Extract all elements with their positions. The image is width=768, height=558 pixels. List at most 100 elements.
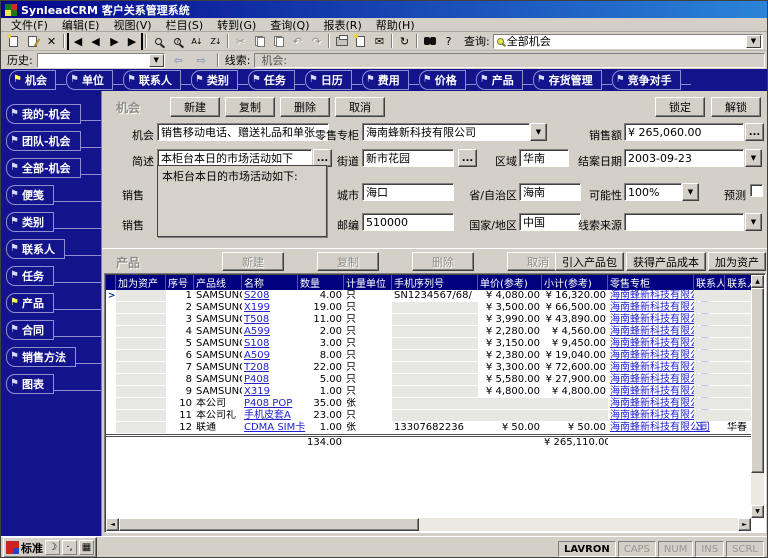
menu-report[interactable]: 报表(R) bbox=[318, 17, 368, 33]
forward-button[interactable]: ⇨ bbox=[192, 52, 211, 69]
column-header-subtotal[interactable]: 小计(参考) bbox=[542, 275, 608, 290]
table-row[interactable]: 4SAMSUNGA5992.00只¥ 2,280.00¥ 4,560.00海南蜂… bbox=[106, 326, 753, 338]
tab-tasks[interactable]: ⚑任务 bbox=[248, 70, 295, 90]
province-input[interactable] bbox=[519, 183, 581, 201]
region-input[interactable] bbox=[519, 149, 569, 167]
sidebar-item-contacts[interactable]: ⚑联系人 bbox=[1, 232, 101, 259]
table-row[interactable]: 9SAMSUNGX3191.00只¥ 4,800.00¥ 4,800.00海南蜂… bbox=[106, 386, 753, 398]
sidebar-item-category[interactable]: ⚑类别 bbox=[1, 205, 101, 232]
sidebar-item-notes[interactable]: ⚑便笺 bbox=[1, 178, 101, 205]
export-icon[interactable] bbox=[351, 33, 370, 50]
sort-ascending-icon[interactable]: A↓ bbox=[187, 33, 206, 50]
refresh-icon[interactable]: ↻ bbox=[395, 33, 414, 50]
scroll-up-icon[interactable]: ▲ bbox=[751, 275, 764, 288]
scroll-right-icon[interactable]: ► bbox=[738, 518, 751, 531]
tab-contacts[interactable]: ⚑联系人 bbox=[123, 70, 181, 90]
new-button[interactable]: 新建 bbox=[170, 97, 220, 117]
name-link[interactable]: A509 bbox=[244, 350, 270, 361]
city-input[interactable] bbox=[362, 183, 454, 201]
name-link[interactable]: T208 bbox=[244, 362, 269, 373]
next-record-icon[interactable]: ▶ bbox=[105, 33, 124, 50]
name-link[interactable]: X319 bbox=[244, 386, 270, 397]
new-record-icon[interactable] bbox=[4, 33, 23, 50]
close-date-dropdown-button[interactable]: ▼ bbox=[745, 149, 762, 167]
name-link[interactable]: X199 bbox=[244, 302, 270, 313]
help-pointer-icon[interactable]: ? bbox=[439, 33, 458, 50]
table-row[interactable]: 12联通CDMA SIM卡1.00张13307682236¥ 50.00¥ 50… bbox=[106, 422, 753, 434]
probability-input[interactable] bbox=[624, 183, 682, 201]
menu-edit[interactable]: 编辑(E) bbox=[56, 17, 106, 33]
sales-amount-ellipsis-button[interactable]: ... bbox=[745, 123, 764, 141]
sidebar-item-tasks[interactable]: ⚑任务 bbox=[1, 259, 101, 286]
sidebar-item-my-opportunities[interactable]: ⚑我的-机会 bbox=[1, 97, 101, 124]
last-link[interactable]: 王 bbox=[696, 422, 706, 433]
cancel-button[interactable]: 取消 bbox=[335, 97, 385, 117]
probability-dropdown-button[interactable]: ▼ bbox=[682, 183, 699, 201]
sidebar-item-charts[interactable]: ⚑图表 bbox=[1, 367, 101, 394]
column-header-unit[interactable]: 计量单位 bbox=[344, 275, 392, 290]
lock-button[interactable]: 锁定 bbox=[655, 97, 705, 117]
table-row[interactable]: 7SAMSUNGT20822.00只¥ 3,300.00¥ 72,600.00海… bbox=[106, 362, 753, 374]
sidebar-item-all-opportunities[interactable]: ⚑全部-机会 bbox=[1, 151, 101, 178]
menu-goto[interactable]: 转到(G) bbox=[211, 17, 262, 33]
street-ellipsis-button[interactable]: ... bbox=[458, 149, 477, 167]
import-product-package-button[interactable]: 引入产品包 bbox=[555, 252, 624, 271]
tab-category[interactable]: ⚑类别 bbox=[191, 70, 238, 90]
history-combobox[interactable]: ▼ bbox=[37, 53, 165, 68]
binoculars-icon[interactable] bbox=[420, 33, 439, 50]
column-header-name[interactable]: 名称 bbox=[242, 275, 298, 290]
sidebar-item-products[interactable]: ⚑产品 bbox=[1, 286, 101, 313]
tab-competitors[interactable]: ⚑竞争对手 bbox=[612, 70, 681, 90]
close-date-input[interactable] bbox=[624, 149, 744, 167]
column-header-counter[interactable]: 零售专柜 bbox=[608, 275, 694, 290]
scroll-left-icon[interactable]: ◄ bbox=[106, 518, 119, 531]
ime-keyboard-icon[interactable]: ▦ bbox=[79, 540, 94, 555]
column-header-sel[interactable] bbox=[106, 275, 116, 290]
name-link[interactable]: P408 POP bbox=[244, 398, 292, 409]
chevron-down-icon[interactable]: ▼ bbox=[149, 54, 164, 67]
column-header-price[interactable]: 单价(参考) bbox=[478, 275, 542, 290]
table-row[interactable]: 5SAMSUNGS1083.00只¥ 3,150.00¥ 9,450.00海南蜂… bbox=[106, 338, 753, 350]
tab-inventory[interactable]: ⚑存货管理 bbox=[533, 70, 602, 90]
sidebar-item-sales-methods[interactable]: ⚑销售方法 bbox=[1, 340, 101, 367]
zip-input[interactable] bbox=[362, 213, 454, 231]
menu-columns[interactable]: 栏目(S) bbox=[160, 17, 210, 33]
brief-memo-popup[interactable]: 本柜台本日的市场活动如下: bbox=[157, 165, 327, 237]
street-input[interactable] bbox=[362, 149, 454, 167]
add-as-asset-button[interactable]: 加为资产 bbox=[708, 252, 766, 271]
edit-record-icon[interactable] bbox=[23, 33, 42, 50]
name-link[interactable]: 手机皮套A bbox=[244, 410, 291, 421]
table-row[interactable]: 11本公司礼手机皮套A23.00只海南蜂新科技有限公司 bbox=[106, 410, 753, 422]
tab-opportunity[interactable]: ⚑机会 bbox=[9, 70, 56, 90]
column-header-qty[interactable]: 数量 bbox=[298, 275, 344, 290]
name-link[interactable]: CDMA SIM卡 bbox=[244, 422, 305, 433]
tab-company[interactable]: ⚑单位 bbox=[66, 70, 113, 90]
name-link[interactable]: S108 bbox=[244, 338, 269, 349]
prev-record-icon[interactable]: ◀ bbox=[86, 33, 105, 50]
back-button[interactable]: ⇦ bbox=[169, 52, 188, 69]
menu-query[interactable]: 查询(Q) bbox=[264, 17, 315, 33]
get-product-cost-button[interactable]: 获得产品成本 bbox=[626, 252, 706, 271]
table-row[interactable]: 3SAMSUNGT50811.00只¥ 3,990.00¥ 43,890.00海… bbox=[106, 314, 753, 326]
forecast-checkbox[interactable] bbox=[750, 184, 763, 197]
ime-mode-label[interactable]: 标准 bbox=[21, 540, 43, 556]
retail-counter-dropdown-button[interactable]: ▼ bbox=[530, 123, 547, 141]
preview-icon[interactable] bbox=[168, 33, 187, 50]
name-link[interactable]: A599 bbox=[244, 326, 270, 337]
lead-source-input[interactable] bbox=[624, 213, 744, 231]
mail-icon[interactable]: ✉ bbox=[370, 33, 389, 50]
scroll-down-icon[interactable]: ▼ bbox=[751, 505, 764, 518]
last-record-icon[interactable]: ▶ bbox=[124, 33, 143, 50]
delete-record-icon[interactable]: ✕ bbox=[42, 33, 61, 50]
sidebar-item-contracts[interactable]: ⚑合同 bbox=[1, 313, 101, 340]
menu-file[interactable]: 文件(F) bbox=[5, 17, 54, 33]
column-header-line[interactable]: 产品线 bbox=[194, 275, 242, 290]
ime-fullwidth-icon[interactable]: ☽ bbox=[45, 540, 60, 555]
tab-products[interactable]: ⚑产品 bbox=[476, 70, 523, 90]
column-header-first[interactable]: 联系人名 bbox=[725, 275, 753, 290]
print-icon[interactable] bbox=[332, 33, 351, 50]
name-link[interactable]: S208 bbox=[244, 290, 269, 301]
tab-expense[interactable]: ⚑费用 bbox=[362, 70, 409, 90]
column-header-asset[interactable]: 加为资产 bbox=[116, 275, 166, 290]
ime-punctuation-icon[interactable]: ·, bbox=[62, 540, 77, 555]
